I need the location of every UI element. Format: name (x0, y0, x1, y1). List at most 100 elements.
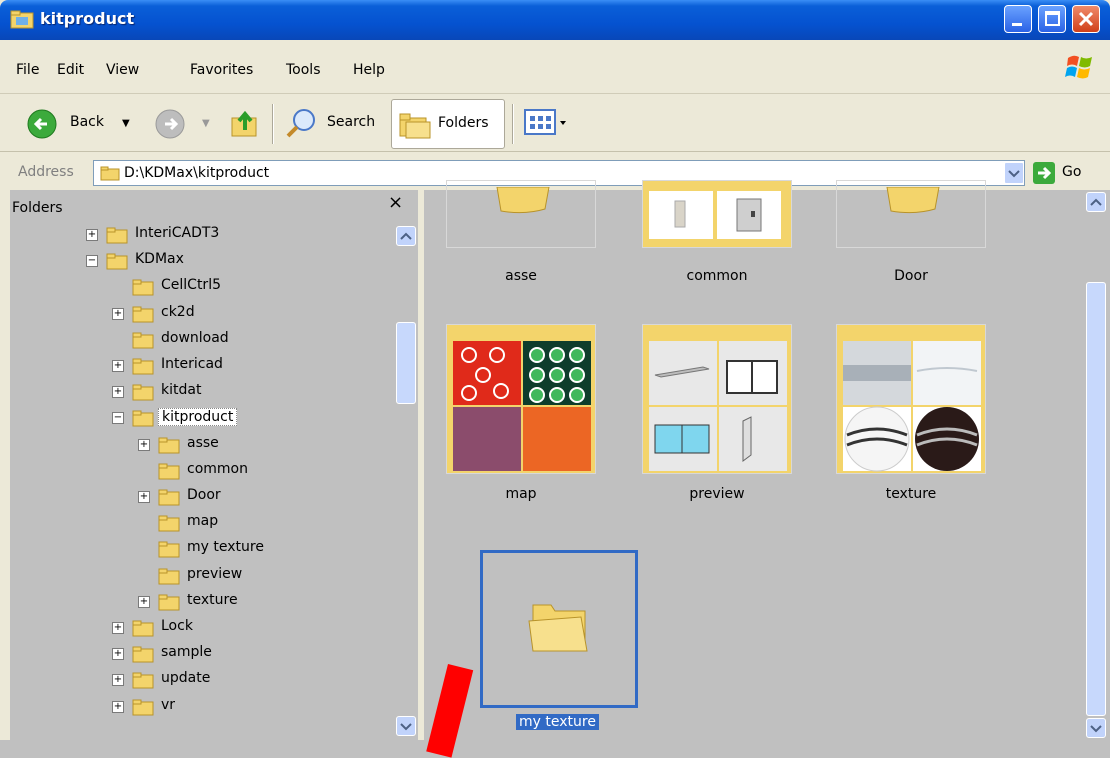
folder-label-map[interactable]: map (446, 486, 596, 502)
preview-image (649, 191, 713, 239)
folder-tree: + InteriCADT3 − KDMax CellCtrl5 + ck2d download… (10, 224, 390, 740)
folders-scrollbar[interactable] (394, 226, 418, 740)
folder-label-door[interactable]: Door (836, 268, 986, 284)
scroll-up-icon[interactable] (1086, 192, 1106, 212)
folder-icon (158, 541, 180, 558)
tree-item-label: download (161, 329, 229, 346)
address-dropdown-button[interactable] (1004, 162, 1024, 184)
folder-icon (106, 253, 128, 270)
folder-icon (158, 463, 180, 480)
window-title: kitproduct (40, 9, 135, 28)
folder-icon (132, 279, 154, 296)
folder-thumbnail-asse[interactable] (446, 180, 596, 248)
maximize-icon (1045, 11, 1060, 26)
folder-icon (132, 620, 154, 637)
go-button[interactable]: Go (1062, 164, 1081, 180)
menu-help[interactable]: Help (353, 62, 385, 78)
scroll-down-icon[interactable] (1086, 718, 1106, 738)
expand-icon[interactable]: + (86, 229, 98, 241)
address-value: D:\KDMax\kitproduct (124, 165, 270, 181)
menu-bar: File Edit View Favorites Tools Help (0, 40, 1110, 94)
close-button[interactable] (1072, 5, 1100, 33)
forward-arrow-icon[interactable] (154, 108, 186, 140)
scroll-thumb[interactable] (1086, 282, 1106, 716)
preview-image (453, 341, 591, 471)
tree-item-label: ck2d (161, 303, 195, 320)
forward-dropdown-icon[interactable]: ▼ (202, 118, 210, 129)
folder-icon (132, 384, 154, 401)
folder-thumbnail-common[interactable] (642, 180, 792, 248)
scroll-down-icon[interactable] (396, 716, 416, 736)
windows-logo-icon (1065, 55, 1092, 79)
folders-pane-title: Folders (12, 200, 63, 216)
expand-icon[interactable]: + (138, 438, 150, 451)
collapse-icon[interactable]: − (86, 255, 98, 268)
tree-item-label: common (187, 460, 248, 477)
folder-icon (158, 594, 180, 611)
tree-item-label: texture (187, 591, 238, 608)
expand-icon[interactable]: + (112, 674, 124, 687)
expand-icon[interactable]: + (112, 307, 124, 320)
expand-icon[interactable]: + (112, 360, 124, 372)
menu-tools[interactable]: Tools (286, 62, 321, 78)
folder-up-icon[interactable] (228, 106, 262, 140)
close-pane-icon[interactable]: × (388, 192, 403, 213)
menu-file[interactable]: File (16, 62, 39, 78)
menu-edit[interactable]: Edit (57, 62, 84, 78)
expand-icon[interactable]: + (138, 595, 150, 608)
menu-view[interactable]: View (106, 62, 139, 78)
folder-thumbnail-map[interactable] (446, 324, 596, 474)
expand-icon[interactable]: + (112, 700, 124, 713)
title-bar[interactable]: kitproduct (0, 0, 1110, 40)
back-arrow-icon[interactable] (26, 108, 58, 140)
close-icon (1078, 11, 1094, 27)
minimize-button[interactable] (1004, 5, 1032, 33)
folder-window-icon (10, 10, 34, 29)
folder-icon (886, 187, 940, 214)
folder-thumbnail-texture[interactable] (836, 324, 986, 474)
tree-item-label: CellCtrl5 (161, 277, 221, 294)
folder-label-texture[interactable]: texture (836, 486, 986, 502)
scroll-thumb[interactable] (396, 322, 416, 404)
expand-icon[interactable]: + (138, 491, 150, 503)
search-icon[interactable] (284, 106, 318, 140)
folders-button[interactable]: Folders (391, 99, 505, 149)
content-pane: asse common Door map preview texture my … (424, 180, 1110, 740)
tree-item-label: kitdat (161, 382, 202, 399)
expand-icon[interactable]: + (112, 386, 124, 399)
views-icon[interactable] (524, 108, 570, 138)
go-arrow-icon[interactable] (1032, 161, 1056, 185)
expand-icon[interactable]: + (112, 622, 124, 634)
tree-item-label: KDMax (135, 251, 184, 268)
tree-item-label: Intericad (161, 356, 223, 372)
menu-favorites[interactable]: Favorites (190, 62, 253, 78)
folder-icon (132, 672, 154, 689)
folder-thumbnail-preview[interactable] (642, 324, 792, 474)
expand-icon[interactable]: + (112, 648, 124, 661)
folder-icon (496, 187, 550, 214)
search-button[interactable]: Search (327, 114, 375, 130)
maximize-button[interactable] (1038, 5, 1066, 33)
explorer-window: kitproduct File Edit View Favorites Tool… (0, 0, 1110, 758)
tree-item-label: InteriCADT3 (135, 225, 220, 241)
tree-item-label: map (187, 513, 219, 530)
toolbar: Back ▼ ▼ Search Folders (0, 96, 1110, 152)
folder-icon (132, 699, 154, 716)
folder-label-asse[interactable]: asse (446, 268, 596, 284)
folder-label-preview[interactable]: preview (642, 486, 792, 502)
scroll-up-icon[interactable] (396, 226, 416, 246)
folders-button-label: Folders (438, 115, 489, 131)
folder-label-my-texture[interactable]: my texture (516, 714, 599, 730)
folders-pane-header: Folders × (10, 190, 418, 220)
folder-label-common[interactable]: common (642, 268, 792, 284)
folder-thumbnail-door[interactable] (836, 180, 986, 248)
back-dropdown-icon[interactable]: ▼ (122, 118, 130, 129)
collapse-icon[interactable]: − (112, 412, 124, 425)
folder-thumbnail-my-texture[interactable] (480, 550, 638, 708)
back-button[interactable]: Back (70, 114, 104, 130)
folder-icon (132, 332, 154, 349)
content-scrollbar[interactable] (1084, 190, 1110, 740)
toolbar-separator (512, 104, 514, 144)
folder-icon (158, 515, 180, 532)
preview-image (717, 191, 781, 239)
